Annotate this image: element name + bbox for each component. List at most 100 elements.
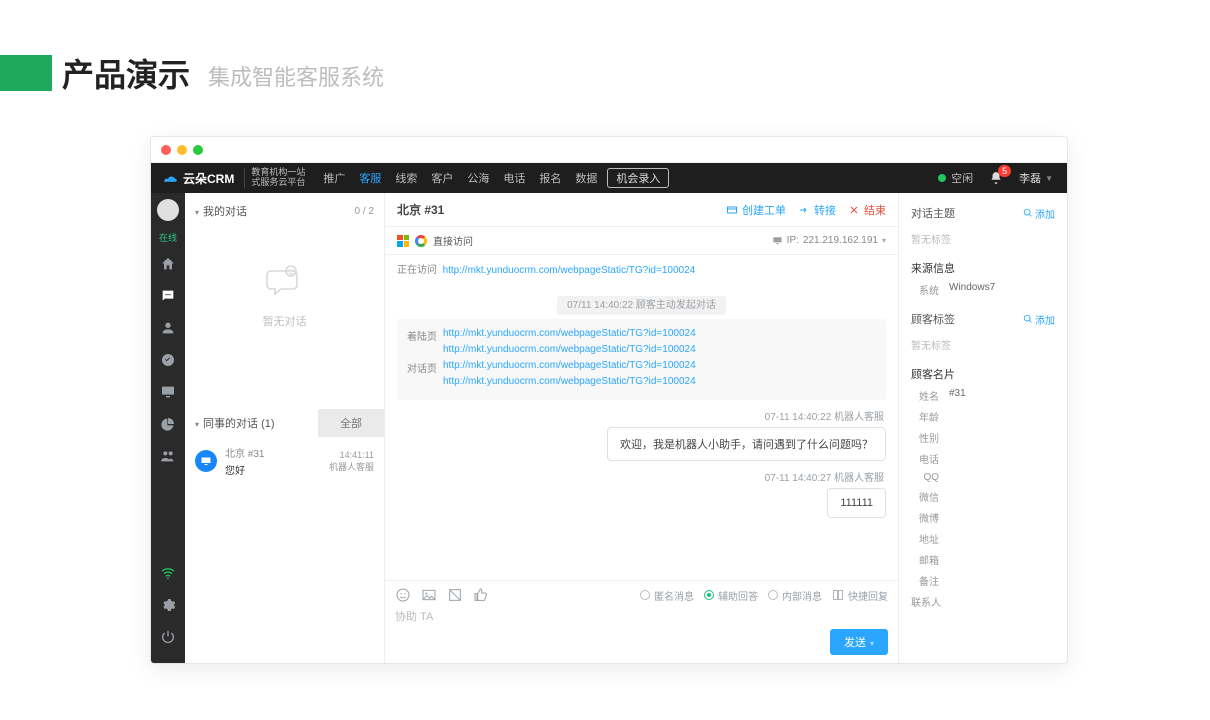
peer-agent: 机器人客服 [329, 460, 374, 473]
close-icon [848, 204, 860, 216]
composer: 匿名消息 辅助回答 内部消息 快捷回复 发送▾ [385, 580, 898, 663]
opportunity-entry-button[interactable]: 机会录入 [607, 168, 669, 188]
image-icon[interactable] [421, 587, 437, 603]
landing-url[interactable]: http://mkt.yunduocrm.com/webpageStatic/T… [443, 328, 696, 343]
nav-item[interactable]: 公海 [467, 170, 489, 186]
brand-logo[interactable]: 云朵CRM 教育机构一站式服务云平台 [161, 168, 305, 188]
system-message: 07/11 14:40:22 顾客主动发起对话 [397, 296, 886, 311]
nav-item[interactable]: 报名 [539, 170, 561, 186]
create-ticket-button[interactable]: 创建工单 [726, 202, 786, 218]
assist-toggle[interactable]: 辅助回答 [704, 588, 758, 603]
chat-subheader: 直接访问 IP:221.219.162.191 ▾ [385, 227, 898, 255]
attachment-icon[interactable] [447, 587, 463, 603]
peer-time: 14:41:11 [329, 450, 374, 460]
visiting-url[interactable]: http://mkt.yunduocrm.com/webpageStatic/T… [443, 265, 696, 276]
my-conversations-header[interactable]: ▾我的对话 0 / 2 [185, 193, 384, 229]
empty-text: 暂无对话 [263, 313, 307, 329]
check-circle-icon[interactable] [156, 348, 180, 372]
window-titlebar [151, 137, 1067, 163]
customer-card-title: 顾客名片 [911, 366, 1055, 382]
nav-item[interactable]: 数据 [575, 170, 597, 186]
peer-last-message: 您好 [225, 462, 321, 477]
dialog-url[interactable]: http://mkt.yunduocrm.com/webpageStatic/T… [443, 360, 696, 375]
message-bubble: 欢迎，我是机器人小助手，请问遇到了什么问题吗？ [607, 427, 886, 461]
chat-icon[interactable] [156, 284, 180, 308]
referrer-box: 着陆页http://mkt.yunduocrm.com/webpageStati… [397, 319, 886, 400]
transfer-icon [798, 204, 810, 216]
slide-subtitle: 集成智能客服系统 [208, 60, 384, 96]
message-bubble: 111111 [827, 488, 886, 518]
nav-item[interactable]: 客服 [359, 170, 381, 186]
thumbs-up-icon[interactable] [473, 587, 489, 603]
chat-header: 北京 #31 创建工单 转接 结束 [385, 193, 898, 227]
topic-title: 对话主题 [911, 205, 955, 221]
peer-conversation-item[interactable]: 北京 #31 您好 14:41:11 机器人客服 [185, 437, 384, 485]
home-icon[interactable] [156, 252, 180, 276]
my-conversations-count: 0 / 2 [355, 206, 374, 217]
nav-item[interactable]: 客户 [431, 170, 453, 186]
presence-label: 在线 [159, 231, 177, 244]
chevron-down-icon: ▼ [1045, 174, 1053, 183]
ip-info[interactable]: IP:221.219.162.191 ▾ [772, 235, 886, 246]
anon-toggle[interactable]: 匿名消息 [640, 588, 694, 603]
nav-item[interactable]: 电话 [503, 170, 525, 186]
bell-icon[interactable]: 5 [989, 171, 1003, 185]
add-tag-button[interactable]: 添加 [1023, 312, 1055, 327]
system-value: Windows7 [949, 282, 995, 297]
minimize-dot[interactable] [177, 145, 187, 155]
end-button[interactable]: 结束 [848, 202, 886, 218]
message-timestamp: 07-11 14:40:22 机器人客服 [397, 408, 884, 423]
wifi-icon[interactable] [156, 561, 180, 585]
side-rail: 在线 [151, 193, 185, 663]
send-button[interactable]: 发送▾ [830, 629, 888, 655]
accent-block [0, 55, 52, 91]
monitor-icon[interactable] [156, 380, 180, 404]
internal-toggle[interactable]: 内部消息 [768, 588, 822, 603]
no-tag: 暂无标签 [911, 231, 1055, 246]
top-nav: 推广 客服 线索 客户 公海 电话 报名 数据 [323, 170, 597, 186]
windows-icon [397, 235, 409, 247]
gear-icon[interactable] [156, 593, 180, 617]
nav-item[interactable]: 推广 [323, 170, 345, 186]
add-topic-button[interactable]: 添加 [1023, 206, 1055, 221]
nav-item[interactable]: 线索 [395, 170, 417, 186]
peer-all-button[interactable]: 全部 [318, 409, 384, 437]
power-icon[interactable] [156, 625, 180, 649]
search-plus-icon [1023, 314, 1033, 324]
chevron-down-icon: ▾ [882, 236, 886, 245]
caret-down-icon: ▾ [195, 208, 199, 217]
landing-url[interactable]: http://mkt.yunduocrm.com/webpageStatic/T… [443, 344, 696, 359]
quick-reply-button[interactable]: 快捷回复 [832, 588, 888, 603]
bell-badge: 5 [998, 165, 1011, 177]
dialog-url[interactable]: http://mkt.yunduocrm.com/webpageStatic/T… [443, 376, 696, 391]
emoji-icon[interactable] [395, 587, 411, 603]
customer-tag-title: 顾客标签 [911, 311, 955, 327]
zoom-dot[interactable] [193, 145, 203, 155]
chat-title: 北京 #31 [397, 201, 444, 218]
caret-down-icon: ▾ [195, 420, 199, 429]
conversations-panel: ▾我的对话 0 / 2 暂无对话 ▾同事的对话 (1) 全部 [185, 193, 385, 663]
monitor-icon [195, 450, 217, 472]
user-icon[interactable] [156, 316, 180, 340]
close-dot[interactable] [161, 145, 171, 155]
avatar[interactable] [157, 199, 179, 221]
presence-indicator[interactable]: 空闲 [938, 170, 973, 186]
access-type: 直接访问 [433, 233, 473, 248]
chat-scroll[interactable]: 07/11 14:40:22 顾客主动发起对话 着陆页http://mkt.yu… [385, 282, 898, 580]
topbar: 云朵CRM 教育机构一站式服务云平台 推广 客服 线索 客户 公海 电话 报名 … [151, 163, 1067, 193]
quick-reply-icon [832, 589, 844, 601]
message-input[interactable] [395, 603, 888, 623]
chat-panel: 北京 #31 创建工单 转接 结束 直接访问 [385, 193, 899, 663]
brand-text: 云朵CRM [183, 170, 234, 187]
peer-title[interactable]: ▾同事的对话 (1) [185, 409, 285, 437]
transfer-button[interactable]: 转接 [798, 202, 836, 218]
chrome-icon [415, 235, 427, 247]
cloud-icon [161, 171, 179, 185]
search-plus-icon [1023, 208, 1033, 218]
monitor-icon [772, 235, 783, 246]
current-user[interactable]: 李磊 [1019, 170, 1041, 186]
ticket-icon [726, 204, 738, 216]
group-icon[interactable] [156, 444, 180, 468]
peer-conversations-header: ▾同事的对话 (1) 全部 [185, 409, 384, 437]
pie-chart-icon[interactable] [156, 412, 180, 436]
